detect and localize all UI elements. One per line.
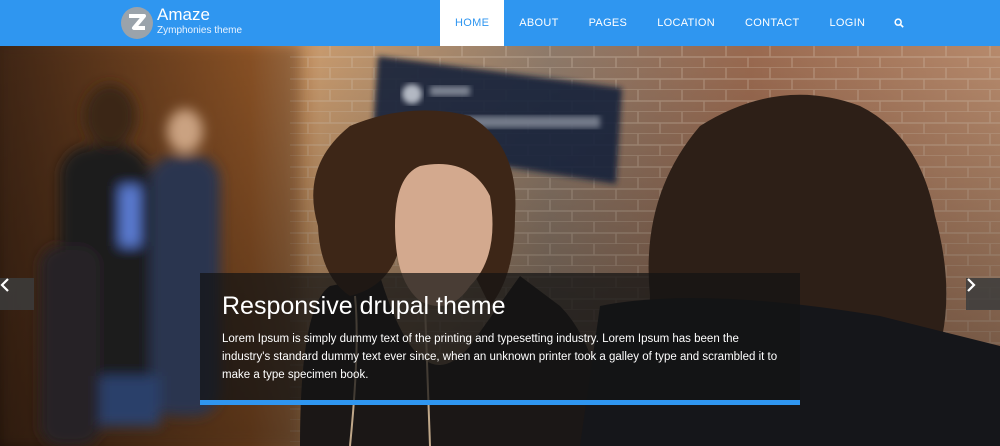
slider-prev-button[interactable] <box>0 278 34 310</box>
site-name[interactable]: Amaze <box>157 5 242 25</box>
nav-item-contact[interactable]: CONTACT <box>730 0 814 46</box>
chevron-right-icon <box>967 278 976 292</box>
brand[interactable]: Amaze Zymphonies theme <box>157 5 242 37</box>
logo-icon[interactable] <box>120 6 154 40</box>
search-icon <box>894 18 904 28</box>
slide-caption: Responsive drupal theme Lorem Ipsum is s… <box>200 273 800 400</box>
caption-progress-bar <box>200 400 800 405</box>
nav-item-home[interactable]: HOME <box>440 0 505 46</box>
caption-title: Responsive drupal theme <box>222 292 506 320</box>
slider-next-button[interactable] <box>966 278 1000 310</box>
nav-item-login[interactable]: LOGIN <box>814 0 880 46</box>
site-tagline: Zymphonies theme <box>157 25 243 36</box>
caption-text: Lorem Ipsum is simply dummy text of the … <box>222 333 778 381</box>
nav-item-pages[interactable]: PAGES <box>574 0 643 46</box>
chevron-left-icon <box>0 278 9 292</box>
search-button[interactable] <box>880 0 918 46</box>
nav-item-location[interactable]: LOCATION <box>642 0 730 46</box>
nav-item-about[interactable]: ABOUT <box>504 0 573 46</box>
site-header: Amaze Zymphonies theme HOME ABOUT PAGES … <box>0 0 1000 46</box>
main-nav: HOME ABOUT PAGES LOCATION CONTACT LOGIN <box>440 0 918 46</box>
